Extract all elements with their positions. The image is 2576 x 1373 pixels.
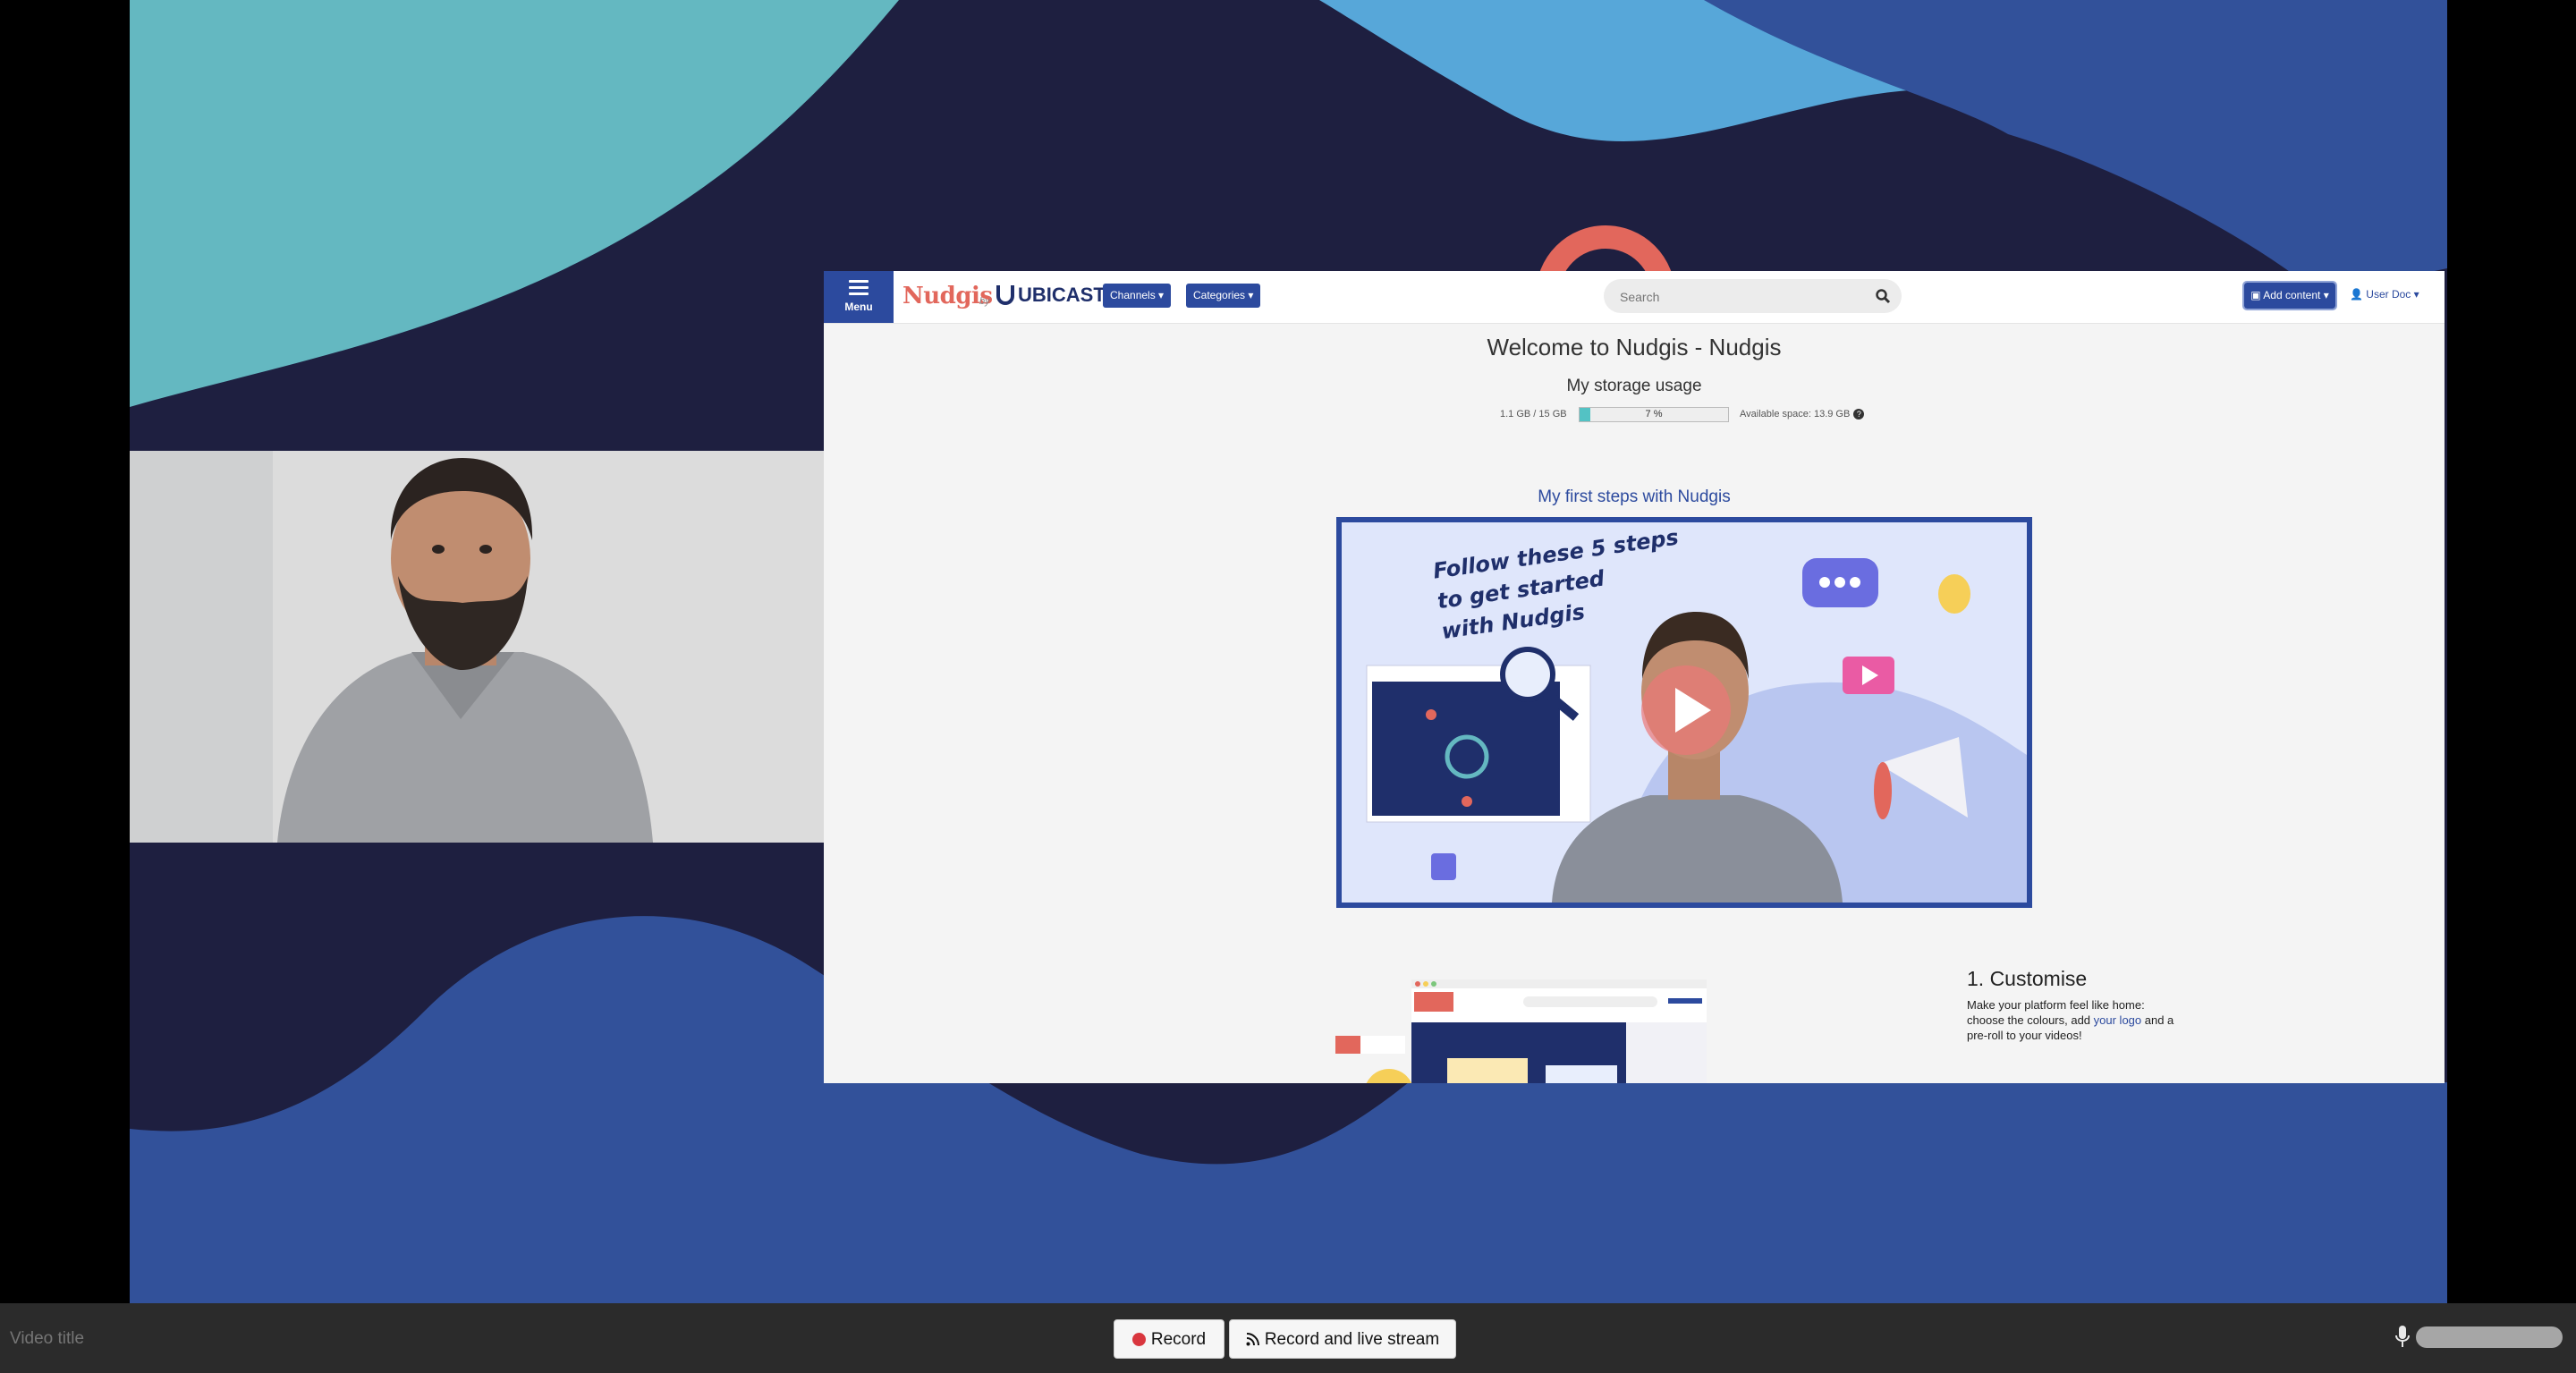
ubicast-text: UBICAST xyxy=(1018,284,1106,306)
storage-used: 1.1 GB / 15 GB xyxy=(1500,409,1567,420)
record-live-stream-label: Record and live stream xyxy=(1264,1330,1440,1349)
brand-by: by xyxy=(979,296,990,307)
storage-available-text: Available space: 13.9 GB xyxy=(1740,409,1851,420)
camera-feed xyxy=(130,451,825,843)
nudgis-topbar: Menu Nudgis by UBICAST Channels ▾ Catego… xyxy=(824,271,2445,324)
record-label: Record xyxy=(1150,1330,1207,1349)
channels-dropdown[interactable]: Channels ▾ xyxy=(1103,284,1172,308)
user-label: User Doc xyxy=(2366,288,2411,301)
shared-screen: Menu Nudgis by UBICAST Channels ▾ Catego… xyxy=(824,271,2445,1083)
storage-percent: 7 % xyxy=(1645,409,1663,420)
page-title: Welcome to Nudgis - Nudgis xyxy=(1487,334,1782,360)
menu-button[interactable]: Menu xyxy=(824,271,894,323)
your-logo-link[interactable]: your logo xyxy=(2094,1013,2141,1027)
add-content-label: Add content xyxy=(2263,289,2321,301)
search-input[interactable] xyxy=(1618,286,1863,308)
play-icon xyxy=(1675,688,1711,733)
rss-icon xyxy=(1246,1333,1259,1346)
presenter-video xyxy=(130,451,825,843)
record-button[interactable]: Record xyxy=(1114,1319,1224,1359)
chevron-down-icon: ▾ xyxy=(2323,289,2329,301)
hamburger-icon xyxy=(849,280,869,299)
first-steps-video[interactable]: Follow these 5 steps to get started with… xyxy=(1336,517,2032,908)
storage-progress-bar: 7 % xyxy=(1579,407,1729,422)
chevron-down-icon: ▾ xyxy=(2413,288,2419,301)
user-menu[interactable]: 👤 User Doc ▾ xyxy=(2350,288,2419,301)
ubicast-u-icon xyxy=(996,285,1014,305)
record-dot-icon xyxy=(1131,1333,1146,1346)
categories-dropdown[interactable]: Categories ▾ xyxy=(1186,284,1261,308)
user-icon: 👤 xyxy=(2350,288,2363,301)
step1-text: Make your platform feel like home: choos… xyxy=(1967,997,2182,1043)
audio-level-meter xyxy=(2416,1326,2563,1348)
menu-label: Menu xyxy=(844,301,873,313)
first-steps-title: My first steps with Nudgis xyxy=(1538,487,1731,506)
storage-available: Available space: 13.9 GB? xyxy=(1740,404,1865,424)
step1-screenshot xyxy=(1335,979,1707,1083)
video-title-input[interactable] xyxy=(8,1325,369,1353)
upload-icon: ▣ xyxy=(2250,289,2261,301)
chevron-down-icon: ▾ xyxy=(1248,289,1254,301)
recorder-bottom-bar: Record Record and live stream xyxy=(0,1303,2576,1373)
recording-stage: Menu Nudgis by UBICAST Channels ▾ Catego… xyxy=(130,0,2447,1303)
search-icon[interactable] xyxy=(1875,288,1891,304)
play-button[interactable] xyxy=(1641,665,1731,755)
add-content-button[interactable]: ▣ Add content ▾ xyxy=(2242,281,2337,310)
categories-label: Categories xyxy=(1193,289,1246,301)
storage-title: My storage usage xyxy=(1566,377,1702,395)
ubicast-logo: UBICAST xyxy=(996,284,1106,307)
record-live-stream-button[interactable]: Record and live stream xyxy=(1229,1319,1456,1359)
step1-title: 1. Customise xyxy=(1967,967,2088,990)
microphone-icon[interactable] xyxy=(2395,1325,2410,1348)
search-box xyxy=(1604,279,1902,313)
channels-label: Channels xyxy=(1110,289,1156,301)
help-icon[interactable]: ? xyxy=(1853,409,1865,420)
chevron-down-icon: ▾ xyxy=(1158,289,1165,301)
